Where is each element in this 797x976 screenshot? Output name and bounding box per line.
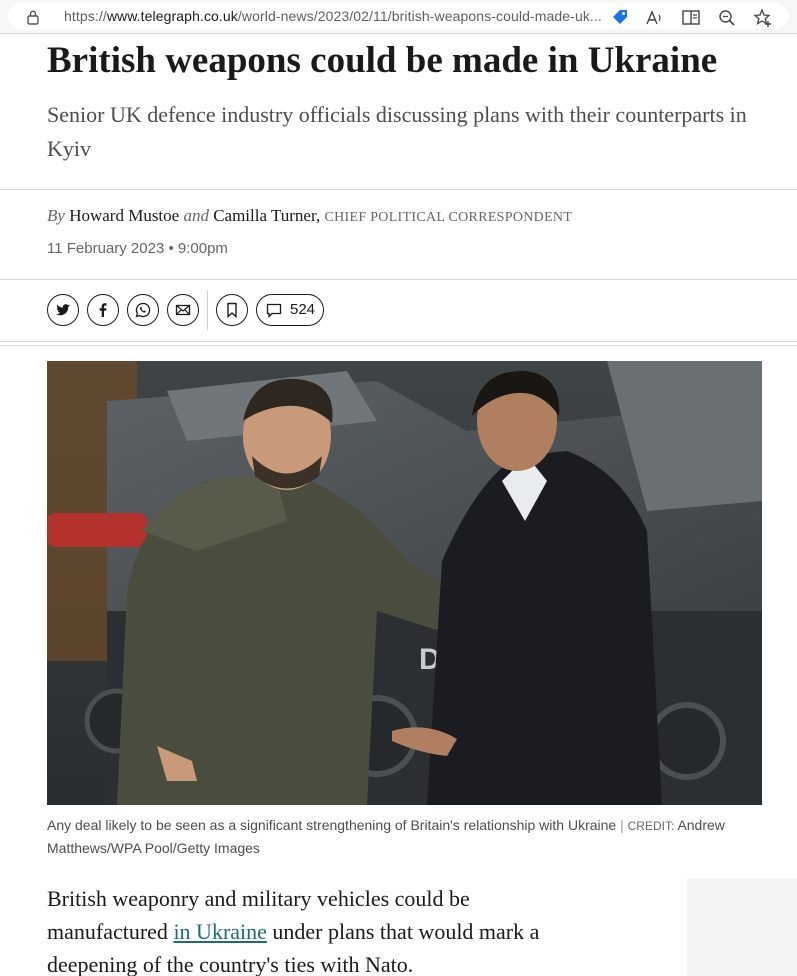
byline-and: and bbox=[183, 206, 209, 225]
caption-credit-label: Credit: bbox=[627, 819, 675, 833]
article-standfirst: Senior UK defence industry officials dis… bbox=[47, 102, 747, 161]
divider bbox=[0, 341, 797, 342]
favorites-star-icon[interactable] bbox=[753, 8, 773, 28]
email-icon bbox=[175, 304, 191, 316]
author-link-camilla-turner[interactable]: Camilla Turner, bbox=[213, 206, 320, 225]
read-aloud-icon[interactable] bbox=[644, 8, 664, 28]
caption-separator: | bbox=[620, 817, 624, 833]
tag-icon[interactable] bbox=[610, 8, 630, 28]
url-host: www.telegraph.co.uk bbox=[106, 8, 238, 24]
byline-by: By bbox=[47, 206, 65, 225]
whatsapp-icon bbox=[135, 302, 151, 318]
zoom-icon[interactable] bbox=[717, 8, 737, 28]
share-separator bbox=[207, 290, 208, 330]
comment-count: 524 bbox=[290, 301, 316, 318]
ad-placeholder bbox=[687, 878, 797, 976]
share-whatsapp-button[interactable] bbox=[127, 294, 159, 326]
share-facebook-button[interactable] bbox=[87, 294, 119, 326]
comment-icon bbox=[266, 303, 282, 318]
photo-caption: Any deal likely to be seen as a signific… bbox=[47, 814, 762, 859]
share-email-button[interactable] bbox=[167, 294, 199, 326]
url-prefix: https:// bbox=[64, 8, 107, 24]
byline: By Howard Mustoe and Camilla Turner, Chi… bbox=[47, 206, 747, 226]
bookmark-icon bbox=[227, 302, 237, 318]
facebook-icon bbox=[99, 303, 107, 317]
share-twitter-button[interactable] bbox=[47, 294, 79, 326]
comments-button[interactable]: 524 bbox=[256, 294, 324, 326]
bookmark-button[interactable] bbox=[216, 294, 248, 326]
lock-icon[interactable] bbox=[26, 9, 40, 25]
browser-address-bar: https://www.telegraph.co.uk/world-news/2… bbox=[0, 0, 797, 34]
divider bbox=[0, 279, 797, 280]
photo-illustration: DR 8 bbox=[47, 361, 762, 805]
divider bbox=[0, 345, 797, 346]
url-field[interactable]: https://www.telegraph.co.uk/world-news/2… bbox=[8, 3, 789, 29]
lead-photo[interactable]: DR 8 bbox=[47, 361, 762, 805]
twitter-icon bbox=[56, 304, 70, 316]
caption-text: Any deal likely to be seen as a signific… bbox=[47, 817, 617, 833]
ukraine-link[interactable]: in Ukraine bbox=[173, 919, 266, 944]
reader-view-icon[interactable] bbox=[681, 8, 701, 28]
divider bbox=[0, 189, 797, 190]
article-headline: British weapons could be made in Ukraine bbox=[47, 40, 718, 81]
author-role: Chief Political Correspondent bbox=[324, 210, 573, 225]
url-path: /world-news/2023/02/11/british-weapons-c… bbox=[237, 8, 602, 24]
author-link-howard-mustoe[interactable]: Howard Mustoe bbox=[69, 206, 179, 225]
publish-date: 11 February 2023 • 9:00pm bbox=[47, 240, 228, 257]
article-body-paragraph: British weaponry and military vehicles c… bbox=[47, 882, 547, 976]
url-text[interactable]: https://www.telegraph.co.uk/world-news/2… bbox=[64, 8, 614, 24]
